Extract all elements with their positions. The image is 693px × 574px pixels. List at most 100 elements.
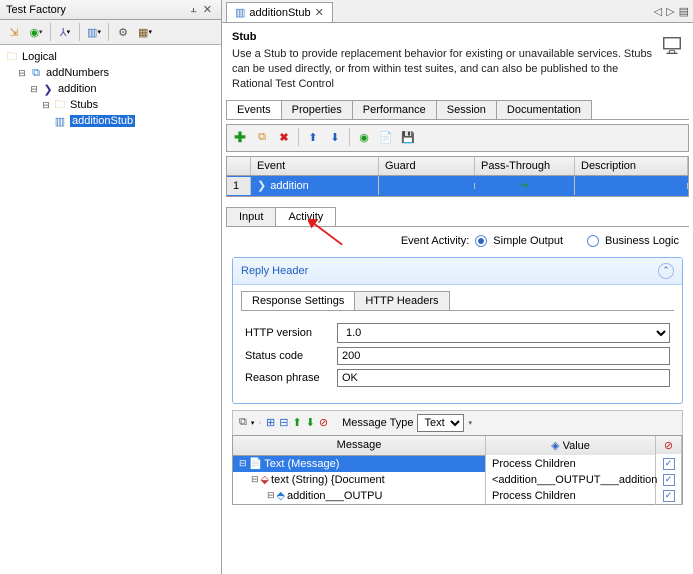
tab-documentation[interactable]: Documentation xyxy=(496,100,592,119)
add-icon[interactable]: ✚ xyxy=(230,128,250,148)
delete-icon[interactable]: ✖ xyxy=(274,128,294,148)
tab-response-settings[interactable]: Response Settings xyxy=(241,291,355,310)
events-toolbar: ✚ ⧉ ✖ ⬆ ⬇ ◉ 📄 💾 xyxy=(226,124,689,152)
collapse-icon[interactable]: ⊟ xyxy=(239,458,247,469)
operation-arrow-icon: ❯ xyxy=(257,179,266,192)
operation-arrow-icon: ❯ xyxy=(40,83,56,96)
folder-icon: 🗀 xyxy=(4,48,20,67)
stop-icon[interactable]: ⊘ xyxy=(319,416,328,429)
message-type-label: Message Type xyxy=(342,417,413,429)
branch-icon: ⬙ xyxy=(261,473,269,486)
new-item-icon[interactable]: ◉▾ xyxy=(26,22,46,42)
next-icon[interactable]: ▷ xyxy=(666,5,674,18)
stack-icon: ⧉ xyxy=(28,67,44,80)
message-type-select[interactable]: Text xyxy=(417,414,464,432)
move-down-icon[interactable]: ⬇ xyxy=(306,416,315,429)
radio-business-logic[interactable] xyxy=(587,235,599,247)
tab-properties[interactable]: Properties xyxy=(281,100,353,119)
folder-icon: 🗀 xyxy=(52,96,68,115)
radio-simple-output[interactable] xyxy=(475,235,487,247)
collapse-icon[interactable]: ⊟ xyxy=(40,100,52,111)
event-row[interactable]: 1 ❯ addition ↪ xyxy=(227,176,688,196)
pin-icon[interactable]: ⫠ xyxy=(187,3,200,16)
collapse-icon[interactable]: ⊟ xyxy=(28,84,40,95)
collapse-chevron-icon[interactable]: ⌃ xyxy=(658,263,674,279)
tree-item-addition[interactable]: ⊟ ❯ addition xyxy=(4,81,217,97)
events-table: Event Guard Pass-Through Description 1 ❯… xyxy=(226,156,689,197)
tab-performance[interactable]: Performance xyxy=(352,100,437,119)
prev-icon[interactable]: ◁ xyxy=(654,5,662,18)
test-factory-title: Test Factory xyxy=(6,4,187,16)
gear-icon[interactable]: ⚙ xyxy=(113,22,133,42)
editor-tab-title: additionStub xyxy=(249,7,310,19)
collapse-icon[interactable]: ⊟ xyxy=(279,416,288,429)
col-enabled: ⊘ xyxy=(656,436,682,455)
move-up-icon[interactable]: ⬆ xyxy=(292,416,301,429)
close-icon[interactable]: ✕ xyxy=(200,3,215,16)
project-tree[interactable]: 🗀 Logical ⊟ ⧉ addNumbers ⊟ ❯ addition ⊟ … xyxy=(0,45,221,574)
editor-tab-row: ▥ additionStub ✕ ◁ ▷ ▤ xyxy=(222,0,693,23)
http-version-label: HTTP version xyxy=(245,327,337,339)
status-code-label: Status code xyxy=(245,350,337,362)
row-enabled-checkbox[interactable]: ✓ xyxy=(663,474,675,486)
collapse-icon[interactable]: ⊟ xyxy=(267,490,275,501)
expand-icon[interactable]: ⊞ xyxy=(266,416,275,429)
row-enabled-checkbox[interactable]: ✓ xyxy=(663,458,675,470)
event-activity-row: Event Activity: Simple Output Business L… xyxy=(222,227,693,257)
stub-body: Use a Stub to provide replacement behavi… xyxy=(232,47,653,92)
copy-icon[interactable]: ⧉ xyxy=(252,128,272,148)
col-value: ◈ Value xyxy=(486,436,656,455)
filter-icon[interactable]: ⅄▾ xyxy=(55,22,75,42)
move-up-icon[interactable]: ⬆ xyxy=(303,128,323,148)
msg-row-value[interactable]: Process Children xyxy=(486,487,656,505)
col-guard: Guard xyxy=(379,157,475,175)
response-tabs: Response Settings HTTP Headers xyxy=(241,291,674,311)
event-name: addition xyxy=(270,180,309,192)
tab-input[interactable]: Input xyxy=(226,207,276,226)
run-icon[interactable]: ▥▾ xyxy=(84,22,104,42)
col-description: Description xyxy=(575,157,688,175)
status-code-input[interactable] xyxy=(337,347,670,365)
msg-row-label: addition___OUTPU xyxy=(287,490,382,502)
tab-events[interactable]: Events xyxy=(226,100,282,119)
msg-row-label: Text (Message) xyxy=(264,458,339,470)
save-icon[interactable]: 💾 xyxy=(398,128,418,148)
tab-session[interactable]: Session xyxy=(436,100,497,119)
radio-simple-output-label: Simple Output xyxy=(493,235,563,247)
reply-header-title: Reply Header xyxy=(241,265,308,277)
move-down-icon[interactable]: ⬇ xyxy=(325,128,345,148)
list-icon[interactable]: ▤ xyxy=(679,5,689,18)
col-num xyxy=(227,157,251,175)
tab-activity[interactable]: Activity xyxy=(275,207,336,226)
http-version-select[interactable]: 1.0 xyxy=(337,323,670,343)
reason-phrase-input[interactable] xyxy=(337,369,670,387)
expand-all-icon[interactable]: ⇲ xyxy=(4,22,24,42)
tree-item-additionstub[interactable]: ▥ additionStub xyxy=(4,113,217,129)
import-icon[interactable]: 📄 xyxy=(376,128,396,148)
msg-row-label: text (String) {Document xyxy=(271,474,385,486)
computer-icon xyxy=(661,35,683,57)
stub-description: Stub Use a Stub to provide replacement b… xyxy=(222,23,693,100)
tree-root[interactable]: 🗀 Logical xyxy=(4,49,217,65)
collapse-icon[interactable]: ⊟ xyxy=(16,68,28,79)
left-toolbar: ⇲ ◉▾ ⅄▾ ▥▾ ⚙ ▦▾ xyxy=(0,20,221,45)
tab-http-headers[interactable]: HTTP Headers xyxy=(354,291,449,310)
run-event-icon[interactable]: ◉ xyxy=(354,128,374,148)
link-icon[interactable]: ⧉ xyxy=(239,416,247,429)
row-num: 1 xyxy=(227,177,251,195)
calendar-icon[interactable]: ▦▾ xyxy=(135,22,155,42)
message-row[interactable]: ⊟ ⬘ addition___OUTPU Process Children ✓ xyxy=(233,488,682,504)
row-enabled-checkbox[interactable]: ✓ xyxy=(663,490,675,502)
stub-icon: ▥ xyxy=(52,115,68,128)
col-event: Event xyxy=(251,157,379,175)
close-icon[interactable]: ✕ xyxy=(315,6,324,19)
passthrough-icon[interactable]: ↪ xyxy=(520,180,529,192)
collapse-icon[interactable]: ⊟ xyxy=(251,474,259,485)
test-factory-header: Test Factory ⫠ ✕ xyxy=(0,0,221,20)
tree-item-addnumbers[interactable]: ⊟ ⧉ addNumbers xyxy=(4,65,217,81)
reply-header-panel: Reply Header ⌃ Response Settings HTTP He… xyxy=(232,257,683,404)
tree-item-stubs[interactable]: ⊟ 🗀 Stubs xyxy=(4,97,217,113)
message-toolbar: ⧉▾ · ⊞ ⊟ ⬆ ⬇ ⊘ Message Type Text ▾ xyxy=(232,410,683,435)
editor-tab-additionstub[interactable]: ▥ additionStub ✕ xyxy=(226,2,333,22)
main-tabs: Events Properties Performance Session Do… xyxy=(226,100,689,120)
